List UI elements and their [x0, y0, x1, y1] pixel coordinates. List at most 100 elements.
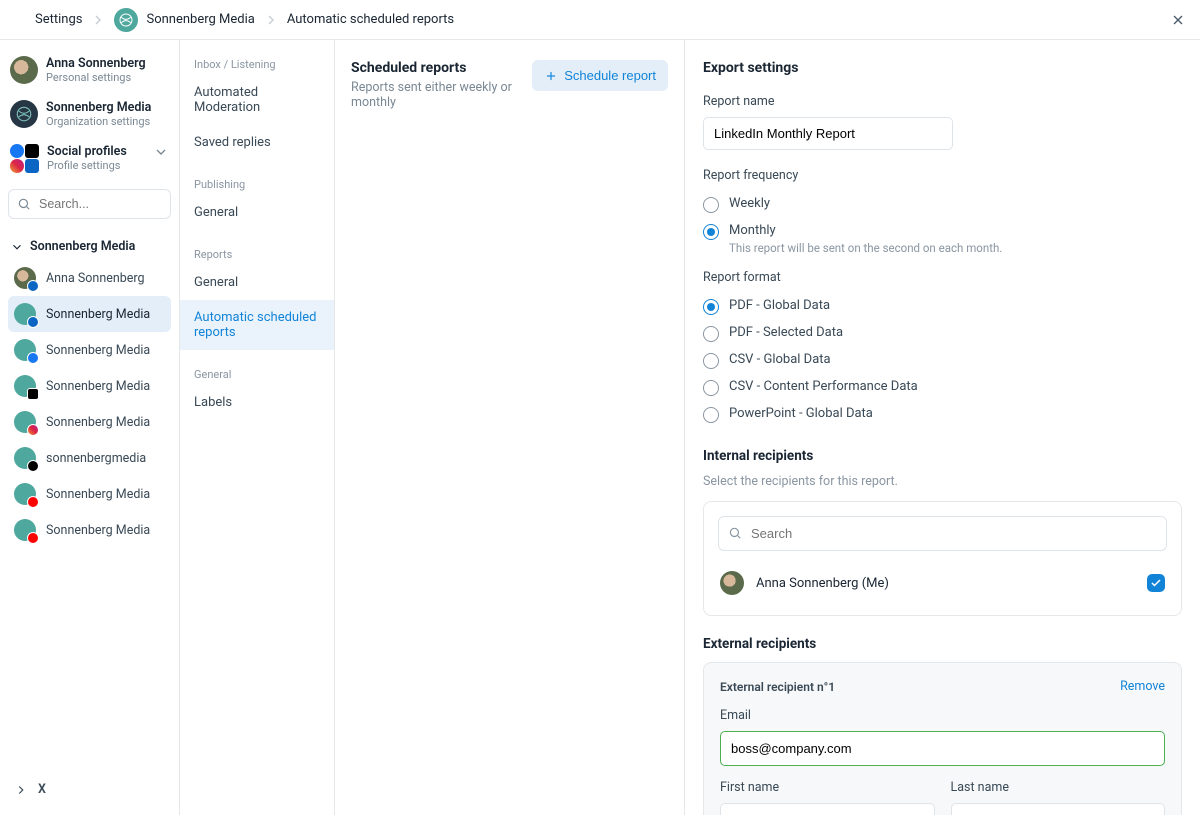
internal-recipients-title: Internal recipients [703, 448, 1182, 464]
format-ppt-global[interactable]: PowerPoint - Global Data [703, 401, 1182, 428]
tree-org-label: Sonnenberg Media [30, 239, 135, 254]
user-avatar [720, 571, 744, 595]
breadcrumb-page: Automatic scheduled reports [287, 12, 454, 27]
tree-collapsed-x[interactable]: X [8, 774, 171, 805]
profile-item[interactable]: Sonnenberg Media [8, 368, 171, 404]
chevron-down-icon [10, 240, 24, 254]
nav-labels[interactable]: Labels [180, 385, 334, 420]
chevron-right-icon [14, 783, 28, 797]
social-sub: Profile settings [47, 159, 127, 172]
social-name: Social profiles [47, 144, 127, 159]
profile-label: Sonnenberg Media [46, 379, 150, 394]
checkbox-checked-icon[interactable] [1147, 574, 1165, 592]
schedule-report-button[interactable]: Schedule report [532, 60, 668, 91]
report-name-input[interactable] [703, 117, 953, 150]
nav-group-reports: Reports [180, 244, 334, 265]
org-logo-icon [114, 8, 138, 32]
frequency-monthly[interactable]: MonthlyThis report will be sent on the s… [703, 218, 1182, 260]
search-icon [728, 526, 742, 544]
plus-icon [544, 69, 558, 83]
tree-org-toggle[interactable]: Sonnenberg Media [8, 233, 171, 260]
scheduled-title: Scheduled reports [351, 60, 531, 76]
profile-avatar [14, 447, 36, 469]
format-csv-global[interactable]: CSV - Global Data [703, 347, 1182, 374]
radio-icon [703, 299, 719, 315]
radio-icon [703, 380, 719, 396]
org-name: Sonnenberg Media [46, 100, 151, 115]
profile-avatar [14, 267, 36, 289]
external-recipient-card: External recipient n°1 Remove Email Firs… [703, 662, 1182, 815]
org-settings-link[interactable]: Sonnenberg Media Organization settings [8, 94, 171, 134]
radio-icon [703, 224, 719, 240]
scheduled-subtitle: Reports sent either weekly or monthly [351, 80, 531, 110]
firstname-label: First name [720, 780, 935, 795]
user-name: Anna Sonnenberg [46, 56, 146, 71]
nav-saved-replies[interactable]: Saved replies [180, 125, 334, 160]
nav-reports-general[interactable]: General [180, 265, 334, 300]
user-sub: Personal settings [46, 71, 146, 84]
org-sub: Organization settings [46, 115, 151, 128]
frequency-label: Report frequency [703, 168, 1182, 183]
nav-automated-moderation[interactable]: Automated Moderation [180, 75, 334, 125]
profile-item[interactable]: Anna Sonnenberg [8, 260, 171, 296]
format-pdf-global[interactable]: PDF - Global Data [703, 293, 1182, 320]
profile-avatar [14, 411, 36, 433]
radio-icon [703, 353, 719, 369]
search-input[interactable] [8, 189, 171, 219]
lastname-input[interactable] [951, 803, 1166, 815]
radio-icon [703, 407, 719, 423]
internal-recipient-search[interactable] [718, 516, 1167, 551]
chevron-right-icon [263, 12, 279, 28]
close-icon[interactable] [1170, 12, 1186, 32]
internal-recipient-row[interactable]: Anna Sonnenberg (Me) [718, 565, 1167, 601]
profile-item[interactable]: Sonnenberg Media [8, 404, 171, 440]
internal-recipients-help: Select the recipients for this report. [703, 474, 1182, 489]
email-input[interactable] [720, 731, 1165, 766]
profile-label: Sonnenberg Media [46, 343, 150, 358]
monthly-help: This report will be sent on the second o… [729, 241, 1002, 255]
external-recipients-title: External recipients [703, 636, 1182, 652]
radio-icon [703, 197, 719, 213]
breadcrumb-root[interactable]: Settings [35, 12, 82, 27]
weekly-label: Weekly [729, 196, 770, 211]
external-card-title: External recipient n°1 [720, 680, 835, 694]
format-label: Report format [703, 270, 1182, 285]
nav-publishing-general[interactable]: General [180, 195, 334, 230]
settings-nav: Inbox / Listening Automated Moderation S… [180, 40, 335, 815]
nav-auto-scheduled-reports[interactable]: Automatic scheduled reports [180, 300, 334, 350]
internal-recipient-name: Anna Sonnenberg (Me) [756, 576, 889, 591]
chevron-right-icon [90, 12, 106, 28]
export-settings-panel: Export settings Report name Report frequ… [685, 40, 1200, 815]
remove-recipient-link[interactable]: Remove [1120, 679, 1165, 694]
firstname-input[interactable] [720, 803, 935, 815]
profile-item[interactable]: Sonnenberg Media [8, 476, 171, 512]
profile-label: Sonnenberg Media [46, 307, 150, 322]
personal-settings-link[interactable]: Anna Sonnenberg Personal settings [8, 50, 171, 90]
internal-recipients-box: Anna Sonnenberg (Me) [703, 501, 1182, 616]
nav-group-publishing: Publishing [180, 174, 334, 195]
user-avatar [10, 56, 38, 84]
profile-item[interactable]: Sonnenberg Media [8, 296, 171, 332]
profile-label: Sonnenberg Media [46, 487, 150, 502]
schedule-button-label: Schedule report [564, 68, 656, 83]
social-icons [10, 144, 39, 173]
org-avatar [10, 100, 38, 128]
frequency-weekly[interactable]: Weekly [703, 191, 1182, 218]
profile-avatar [14, 519, 36, 541]
email-label: Email [720, 708, 1165, 723]
profile-avatar [14, 375, 36, 397]
scheduled-reports-panel: Scheduled reports Reports sent either we… [335, 40, 685, 815]
settings-sidebar: Anna Sonnenberg Personal settings Sonnen… [0, 40, 180, 815]
profile-label: Anna Sonnenberg [46, 271, 145, 286]
profile-label: Sonnenberg Media [46, 415, 150, 430]
lastname-label: Last name [951, 780, 1166, 795]
chevron-down-icon[interactable] [153, 144, 169, 164]
profile-item[interactable]: sonnenbergmedia [8, 440, 171, 476]
profile-item[interactable]: Sonnenberg Media [8, 332, 171, 368]
breadcrumb-org[interactable]: Sonnenberg Media [114, 8, 254, 32]
social-profiles-link[interactable]: Social profiles Profile settings [8, 138, 171, 179]
format-pdf-selected[interactable]: PDF - Selected Data [703, 320, 1182, 347]
format-csv-content[interactable]: CSV - Content Performance Data [703, 374, 1182, 401]
profile-item[interactable]: Sonnenberg Media [8, 512, 171, 548]
profile-label: sonnenbergmedia [46, 451, 146, 466]
